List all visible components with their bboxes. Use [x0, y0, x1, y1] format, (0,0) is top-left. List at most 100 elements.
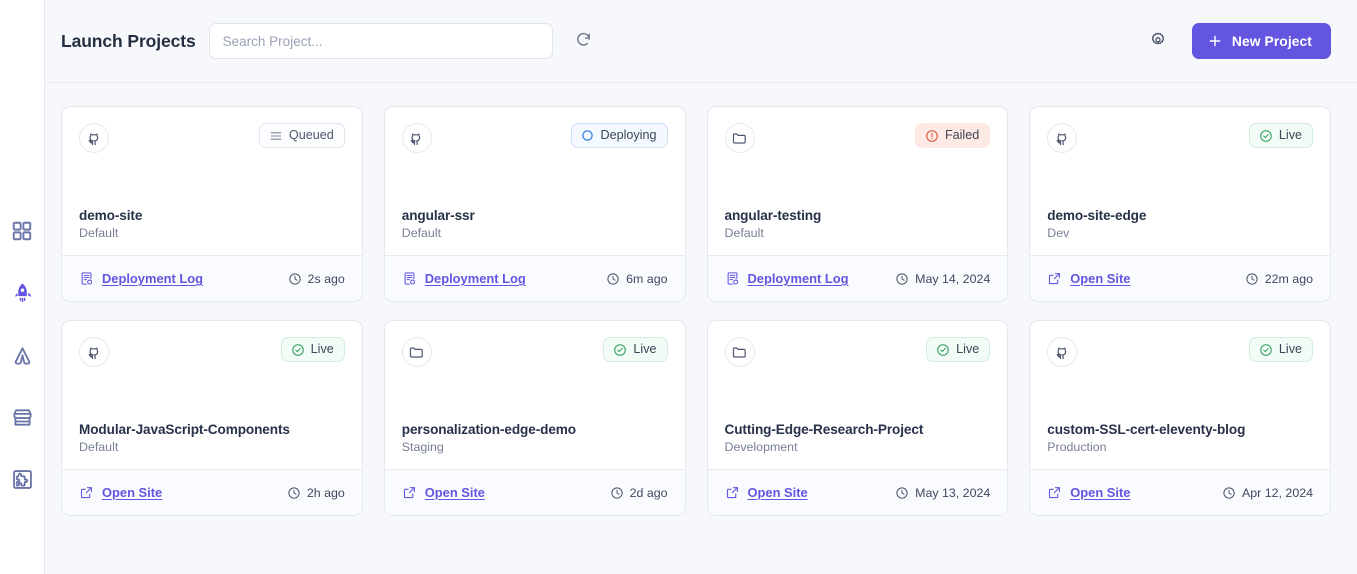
project-action-link[interactable]: Open Site [402, 485, 485, 500]
sidebar-rail [0, 0, 45, 574]
status-badge: Live [1248, 337, 1313, 362]
deployment-log-icon [79, 271, 94, 286]
project-card-footer: Open Site 2h ago [62, 469, 362, 515]
project-card-body: Live Cutting-Edge-Research-Project Develop… [708, 321, 1008, 469]
github-icon [79, 123, 109, 153]
store-icon [11, 406, 34, 429]
project-card[interactable]: Deploying angular-ssr Default Deployment L… [383, 106, 686, 302]
projects-grid: Queued demo-site Default Deployment Log 2s… [61, 106, 1331, 516]
status-badge-label: Live [1278, 342, 1302, 357]
project-identity: angular-ssr Default [402, 208, 668, 255]
project-action-link[interactable]: Deployment Log [725, 271, 848, 286]
sidebar-item-integrations[interactable] [9, 342, 35, 368]
project-action-link[interactable]: Deployment Log [79, 271, 203, 286]
project-card-footer: Deployment Log May 14, 2024 [707, 255, 1008, 301]
project-card-body: Failed angular-testing Default [708, 107, 1008, 255]
project-action-label: Open Site [1070, 485, 1131, 500]
project-card-header: Live [724, 337, 991, 367]
refresh-button[interactable] [569, 26, 599, 56]
status-badge-label: Live [310, 342, 334, 357]
project-identity: personalization-edge-demo Staging [402, 422, 668, 469]
project-card-header: Failed [724, 123, 991, 153]
rocket-icon [11, 282, 34, 305]
project-card-footer: Open Site Apr 12, 2024 [1030, 469, 1330, 515]
project-identity: demo-site Default [79, 208, 345, 255]
search-field-wrapper [208, 23, 553, 59]
project-card-footer: Deployment Log 2s ago [62, 255, 362, 301]
project-card[interactable]: Live personalization-edge-demo Staging Ope… [383, 320, 686, 516]
project-environment: Production [1047, 440, 1107, 454]
project-card[interactable]: Queued demo-site Default Deployment Log 2s… [61, 106, 363, 302]
project-name: Cutting-Edge-Research-Project [724, 422, 924, 437]
project-card-header: Live [79, 337, 345, 367]
status-badge: Deploying [571, 123, 668, 148]
new-project-label: New Project [1231, 33, 1312, 49]
project-action-link[interactable]: Open Site [1047, 271, 1130, 286]
deployment-log-icon [725, 271, 740, 286]
project-action-link[interactable]: Open Site [1047, 485, 1130, 500]
project-timestamp: Apr 12, 2024 [1222, 486, 1313, 500]
project-card-footer: Open Site 22m ago [1030, 255, 1330, 301]
project-name: angular-testing [724, 208, 822, 223]
status-badge: Live [280, 337, 345, 362]
circle-icon [581, 129, 594, 142]
project-environment: Default [401, 226, 442, 240]
project-card-footer: Open Site 2d ago [384, 469, 685, 515]
external-link-icon [725, 485, 740, 500]
external-link-icon [79, 485, 94, 500]
project-action-link[interactable]: Open Site [79, 485, 162, 500]
clock-icon [1222, 486, 1236, 500]
project-card-footer: Deployment Log 6m ago [384, 255, 685, 301]
project-timestamp-label: Apr 12, 2024 [1242, 485, 1313, 500]
check-circle-icon [1259, 343, 1273, 357]
deployment-log-icon [402, 271, 417, 286]
app-root: Launch Projects Search Project... New Pr… [0, 0, 1357, 574]
project-timestamp-label: May 13, 2024 [915, 485, 991, 500]
status-badge-label: Failed [944, 128, 980, 143]
project-card[interactable]: Live demo-site-edge Dev Open Site 22m ago [1029, 106, 1331, 302]
sidebar-item-dashboard[interactable] [9, 218, 35, 244]
project-identity: Cutting-Edge-Research-Project Development [725, 422, 991, 469]
project-timestamp: May 14, 2024 [895, 272, 990, 286]
project-environment: Default [79, 440, 119, 454]
project-card[interactable]: Live Modular-JavaScript-Components Default… [61, 320, 363, 516]
sidebar-item-plugins[interactable] [9, 466, 35, 492]
project-action-link[interactable]: Deployment Log [402, 271, 526, 286]
project-timestamp-label: 2d ago [629, 485, 668, 500]
settings-button[interactable] [1143, 26, 1173, 56]
project-card-header: Live [401, 337, 668, 367]
status-badge: Queued [258, 123, 345, 148]
project-name: Modular-JavaScript-Components [79, 422, 290, 437]
projects-scroll-area: Queued demo-site Default Deployment Log 2s… [45, 83, 1357, 574]
project-name: custom-SSL-cert-eleventy-blog [1047, 422, 1246, 437]
github-icon [401, 123, 432, 153]
project-environment: Default [724, 226, 764, 240]
project-timestamp: 2d ago [610, 486, 668, 500]
project-action-label: Deployment Log [102, 271, 203, 286]
sidebar-item-launch-projects[interactable] [9, 280, 35, 306]
project-identity: Modular-JavaScript-Components Default [79, 422, 345, 469]
new-project-button[interactable]: New Project [1191, 23, 1331, 59]
search-input[interactable] [208, 23, 553, 59]
clock-icon [288, 272, 302, 286]
project-action-label: Open Site [747, 485, 808, 500]
project-card-body: Live demo-site-edge Dev [1030, 107, 1330, 255]
puzzle-icon [11, 468, 34, 491]
project-action-label: Open Site [1070, 271, 1131, 286]
project-card[interactable]: Failed angular-testing Default Deployment … [706, 106, 1009, 302]
folder-icon [724, 337, 755, 367]
project-name: demo-site-edge [1047, 208, 1147, 223]
project-timestamp-label: 2h ago [306, 485, 345, 500]
page-toolbar: Launch Projects Search Project... New Pr… [45, 0, 1357, 83]
github-icon [79, 337, 109, 367]
check-circle-icon [613, 343, 627, 357]
project-timestamp-label: 22m ago [1264, 271, 1313, 286]
project-card[interactable]: Live Cutting-Edge-Research-Project Develop… [706, 320, 1009, 516]
clock-icon [287, 486, 301, 500]
project-card-header: Live [1047, 337, 1313, 367]
project-card[interactable]: Live custom-SSL-cert-eleventy-blog Product… [1029, 320, 1331, 516]
project-action-link[interactable]: Open Site [725, 485, 808, 500]
refresh-icon [575, 31, 592, 51]
sidebar-item-marketplace[interactable] [9, 404, 35, 430]
queue-list-icon [269, 129, 283, 143]
